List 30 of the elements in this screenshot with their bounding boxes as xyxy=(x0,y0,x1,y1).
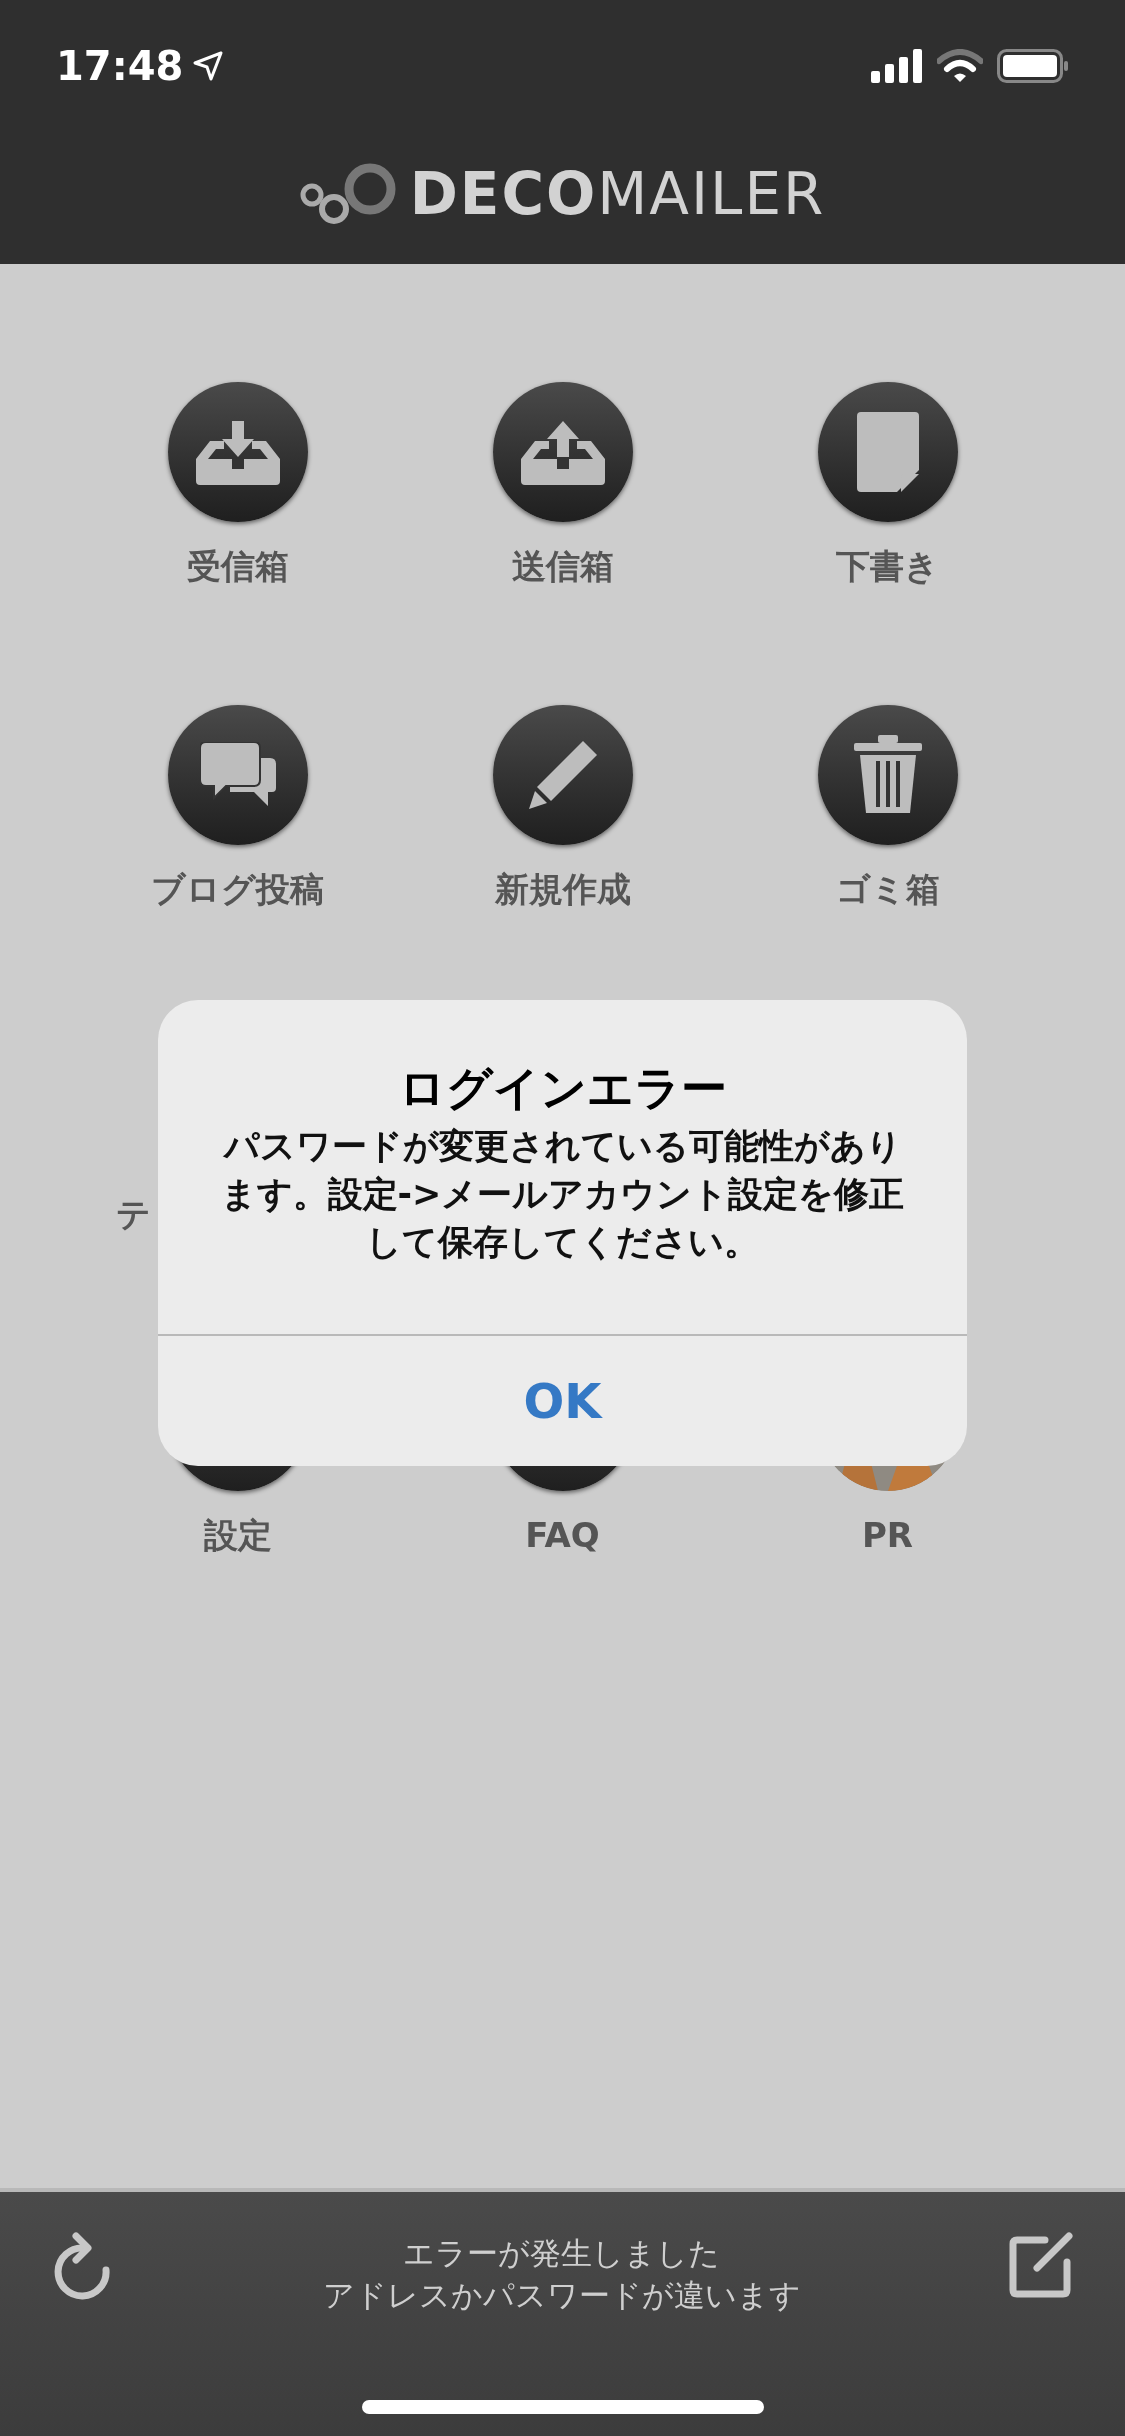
wifi-icon xyxy=(937,49,983,83)
menu-label: 新規作成 xyxy=(494,869,631,909)
menu-label: テ xyxy=(116,1194,151,1234)
pencil-icon xyxy=(526,739,599,811)
logo-text: MAILER xyxy=(597,158,826,230)
trash-icon xyxy=(853,735,922,815)
logo-circles-icon xyxy=(299,161,396,227)
menu-label: FAQ xyxy=(525,1515,600,1555)
document-icon xyxy=(856,412,919,492)
signal-icon xyxy=(871,49,923,83)
menu-label: 送信箱 xyxy=(511,546,614,586)
status-time: 17:48 xyxy=(56,42,184,91)
ok-button[interactable]: OK xyxy=(158,1336,967,1466)
menu-label: 設定 xyxy=(203,1515,272,1555)
menu-label: ゴミ箱 xyxy=(835,869,940,909)
battery-icon xyxy=(997,49,1069,83)
menu-label: 受信箱 xyxy=(186,546,289,586)
tray-icon xyxy=(520,419,605,485)
status-message: アドレスかパスワードが違います xyxy=(322,2276,801,2315)
menu-label: PR xyxy=(861,1515,914,1555)
compose-icon[interactable] xyxy=(1009,2232,1075,2298)
menu-label: 下書き xyxy=(836,546,939,586)
alert-message: パスワードが変更されている可能性があります。設定->メールアカウント設定を修正して保存してください。 xyxy=(219,1125,906,1264)
tray-icon xyxy=(195,419,280,485)
logo-text: DECO xyxy=(409,158,598,230)
status-message: エラーが発生しました xyxy=(403,2234,720,2273)
location-arrow-icon xyxy=(193,51,224,81)
alert-title: ログインエラー xyxy=(398,1060,727,1116)
menu-label: ブログ投稿 xyxy=(151,869,324,909)
chat-bubbles-icon xyxy=(199,742,276,808)
